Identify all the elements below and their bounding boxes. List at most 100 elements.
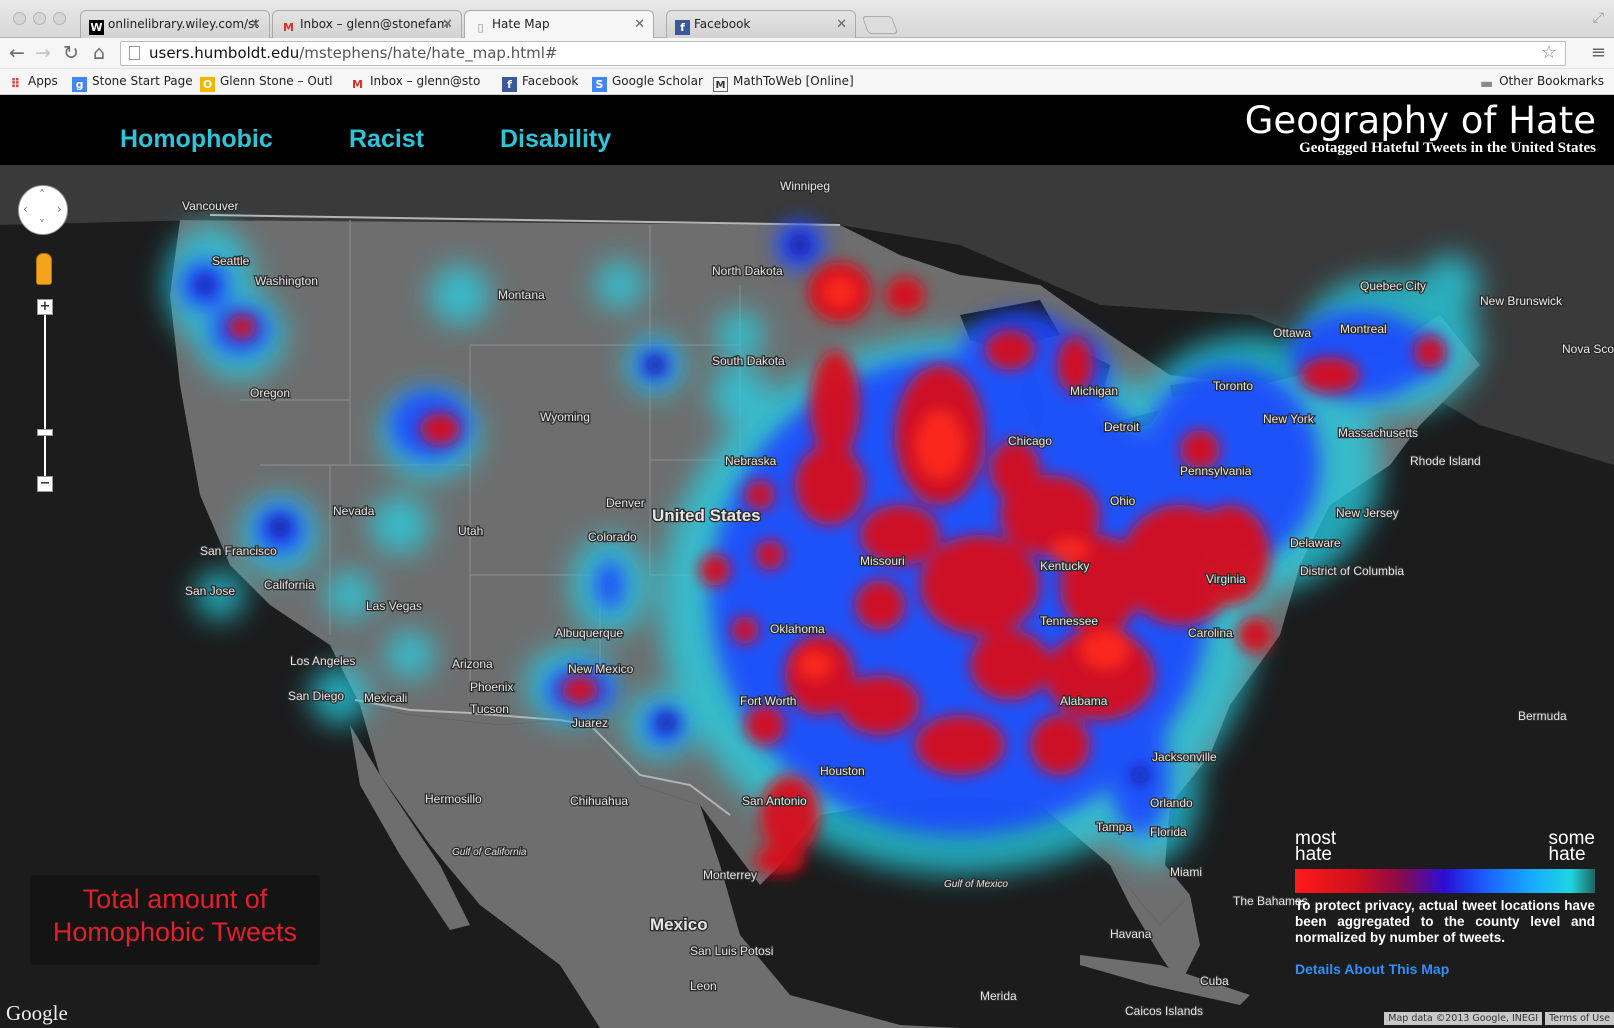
site-subtitle: Geotagged Hateful Tweets in the United S… [1299,140,1596,156]
map-label: Pennsylvania [1180,464,1252,478]
map-label: Delaware [1290,536,1341,550]
bookmark-facebook[interactable]: f Facebook [502,74,578,92]
map-label: Massachusetts [1338,426,1418,440]
browser-toolbar: ← → ↻ ⌂ users.humboldt.edu/mstephens/hat… [0,38,1614,69]
new-tab-button[interactable] [861,16,899,34]
map-label: Juarez [572,716,608,730]
scholar-icon: S [592,77,607,92]
map-label: Las Vegas [366,599,422,613]
close-tab-icon[interactable]: ✕ [250,17,261,32]
bookmark-outlook[interactable]: O Glenn Stone – Outlo [200,74,332,92]
address-bar[interactable]: users.humboldt.edu/mstephens/hate/hate_m… [120,41,1566,66]
map-label: Nebraska [725,454,777,468]
outlook-icon: O [200,77,215,92]
terms-of-use-link[interactable]: Terms of Use [1545,1012,1614,1025]
map-label: Wyoming [540,410,590,424]
menu-icon[interactable]: ≡ [1591,42,1606,63]
map-label: Bermuda [1518,709,1567,723]
gmail-icon: M [352,78,363,91]
bookmark-google-scholar[interactable]: S Google Scholar [592,74,703,92]
map-label: Florida [1150,825,1187,839]
google-logo[interactable]: Google [6,1001,68,1026]
apps-icon: ⠿ [10,77,21,92]
forward-arrow-icon[interactable]: → [32,42,54,64]
map-label: New York [1263,412,1315,426]
map-label: Utah [458,524,483,538]
zoom-slider[interactable]: + − [37,299,53,492]
close-window-icon[interactable] [13,12,26,25]
map-label: Los Angeles [290,654,355,668]
fullscreen-icon[interactable]: ⤢ [1593,10,1604,26]
facebook-icon: f [675,20,690,35]
pan-right-icon[interactable]: › [57,202,62,216]
bookmark-apps[interactable]: ⠿ Apps [8,74,57,92]
browser-tab-hate-map[interactable]: ▯ Hate Map ✕ [464,10,654,38]
pan-down-icon[interactable]: ˅ [39,218,45,232]
legend-gradient-bar [1295,869,1595,893]
url-host: users.humboldt.edu [149,44,300,62]
map-label: San Antonio [742,794,807,808]
back-arrow-icon[interactable]: ← [6,42,28,64]
map-label: Merida [980,989,1017,1003]
map-label: Gulf of Mexico [944,879,1008,890]
map-label: Tennessee [1040,614,1098,628]
map-label: Albuquerque [555,626,623,640]
close-tab-icon[interactable]: ✕ [634,17,645,32]
close-tab-icon[interactable]: ✕ [442,17,453,32]
hate-map[interactable]: Winnipeg Vancouver Seattle Washington Mo… [0,165,1614,1028]
map-label: Virginia [1206,572,1246,586]
map-label: Washington [255,274,318,288]
home-icon[interactable]: ⌂ [88,42,110,64]
map-label: Vancouver [182,199,238,213]
bookmark-star-icon[interactable]: ☆ [1541,41,1557,64]
map-label: Denver [606,496,645,510]
map-label: Tucson [470,702,509,716]
browser-tab-gmail[interactable]: M Inbox – glenn@stonefamily ✕ [272,10,462,38]
map-label: Nova Scotia [1562,342,1614,356]
map-label: California [264,578,315,592]
map-label: Tampa [1096,820,1132,834]
pegman-icon[interactable] [36,253,52,285]
pan-up-icon[interactable]: ˄ [39,188,45,202]
browser-tab-facebook[interactable]: f Facebook ✕ [666,10,856,38]
map-label: Havana [1110,927,1152,941]
map-label: New Mexico [568,662,634,676]
minimize-window-icon[interactable] [33,12,46,25]
total-tweets-box: Total amount of Homophobic Tweets [30,875,320,965]
close-tab-icon[interactable]: ✕ [836,17,847,32]
wiley-icon: W [89,20,104,35]
legend-most-hate: most hate [1295,828,1337,865]
total-line-1: Total amount of [82,884,268,914]
map-label: Fort Worth [740,694,796,708]
nav-disability[interactable]: Disability [500,125,611,154]
pan-control[interactable]: ˄ ˅ ‹ › [18,185,68,235]
map-label: Cuba [1200,974,1229,988]
browser-tab-strip: Wonlinelibrary.wiley.com/sto ✕ M Inbox – … [0,0,1614,38]
map-label: New Brunswick [1480,294,1563,308]
url-path: /mstephens/hate/hate_map.html# [299,44,558,62]
bookmark-stone-start-page[interactable]: g Stone Start Page [72,74,193,92]
nav-homophobic[interactable]: Homophobic [120,125,273,154]
page-content: Homophobic Racist Disability Geography o… [0,95,1614,1028]
nav-racist[interactable]: Racist [349,125,424,154]
map-label: Jacksonville [1152,750,1217,764]
zoom-in-button[interactable]: + [37,299,53,315]
bookmark-other-bookmarks[interactable]: ▬ Other Bookmarks [1479,74,1604,92]
map-label: Phoenix [470,680,513,694]
map-label: Toronto [1213,379,1253,393]
zoom-out-button[interactable]: − [37,476,53,492]
details-about-map-link[interactable]: Details About This Map [1295,961,1449,977]
browser-tab-wiley[interactable]: Wonlinelibrary.wiley.com/sto ✕ [80,10,270,38]
map-label: Ohio [1110,494,1136,508]
map-label: Kentucky [1040,559,1089,573]
bookmark-mathtoweb[interactable]: M MathToWeb [Online] [713,74,854,92]
zoom-thumb[interactable] [37,429,53,436]
map-label: Quebec City [1360,279,1426,293]
bookmark-gmail[interactable]: M Inbox – glenn@ston [350,74,480,92]
map-label: Carolina [1188,626,1233,640]
reload-icon[interactable]: ↻ [60,42,82,64]
zoom-window-icon[interactable] [53,12,66,25]
pan-left-icon[interactable]: ‹ [23,202,28,216]
map-label: Chihuahua [570,794,628,808]
gmail-icon: M [283,21,294,34]
